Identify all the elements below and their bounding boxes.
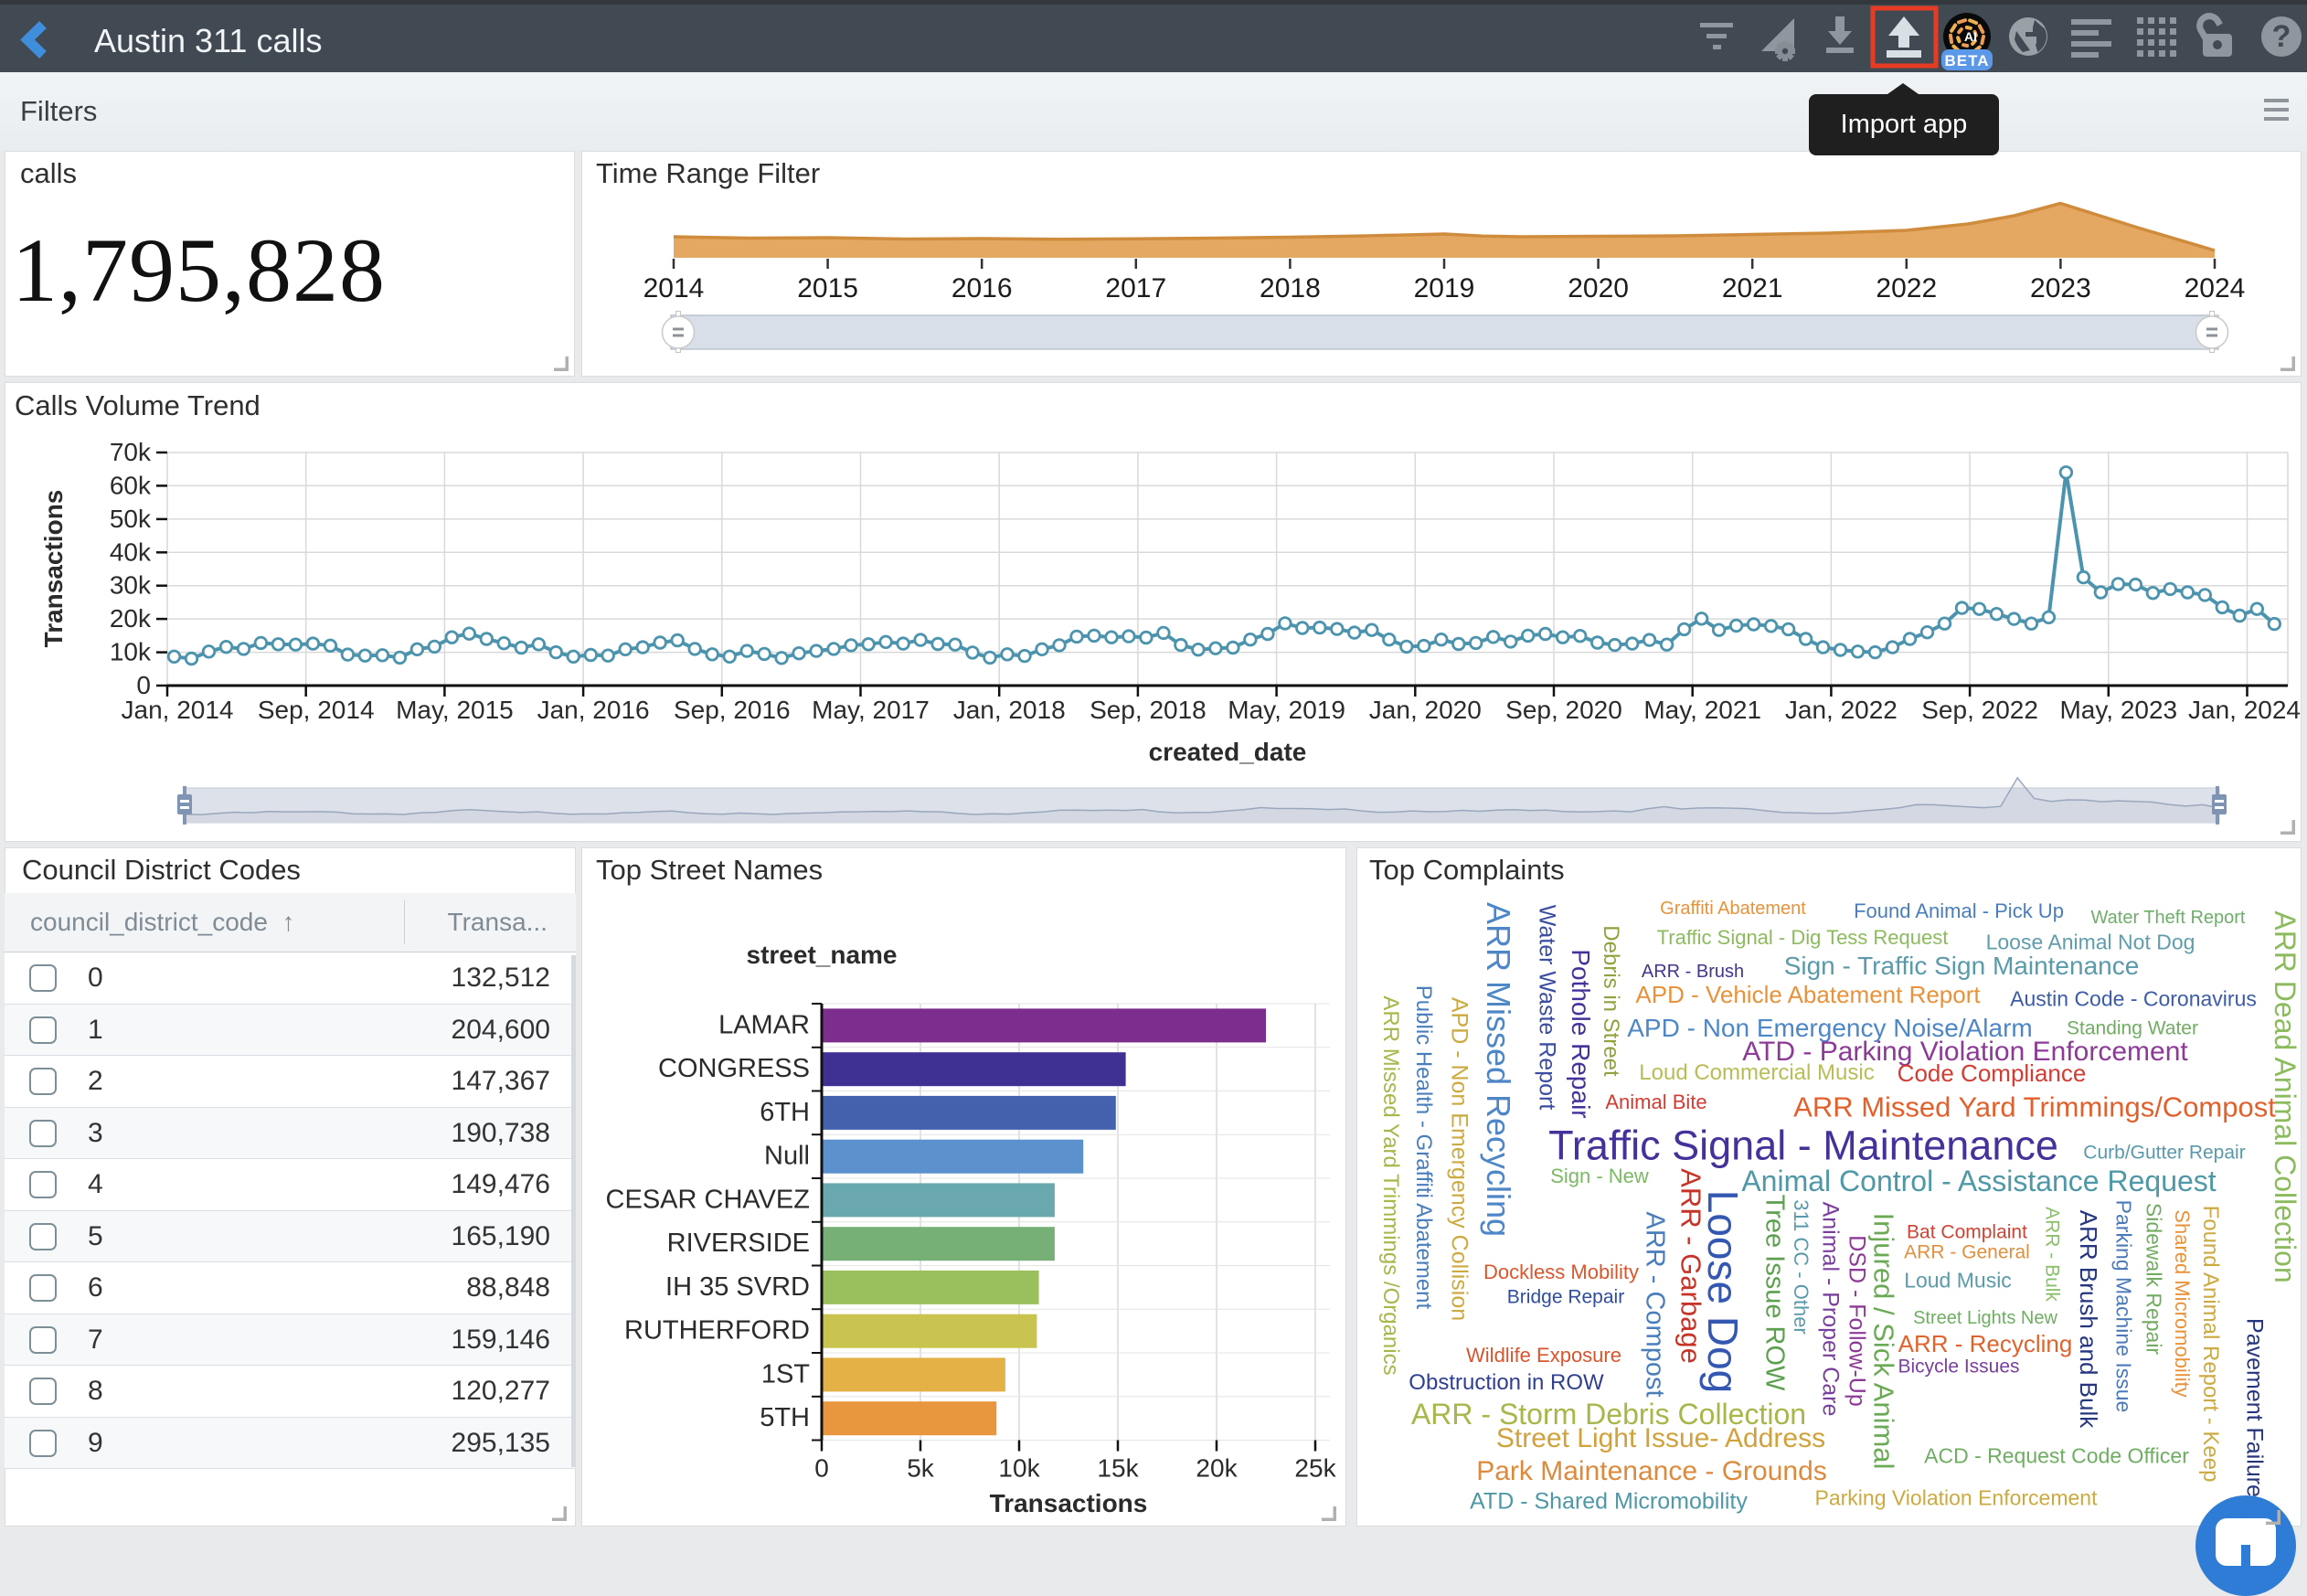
svg-text:25k: 25k [1294,1454,1336,1483]
svg-text:AI: AI [1964,29,1977,44]
svg-text:Jan, 2018: Jan, 2018 [953,696,1066,724]
svg-text:May, 2023: May, 2023 [2059,696,2177,724]
svg-text:Transactions: Transactions [990,1489,1148,1517]
svg-text:May, 2021: May, 2021 [1643,696,1761,724]
svg-text:Sep, 2014: Sep, 2014 [258,696,375,724]
svg-text:2024: 2024 [2185,273,2246,303]
svg-text:IH 35 SVRD: IH 35 SVRD [665,1272,810,1302]
svg-text:created_date: created_date [1149,738,1307,766]
svg-text:15k: 15k [1097,1454,1139,1483]
svg-text:2019: 2019 [1414,273,1475,303]
svg-text:Sep, 2020: Sep, 2020 [1505,696,1622,724]
svg-text:Sep, 2022: Sep, 2022 [1921,696,2038,724]
svg-text:20k: 20k [110,604,152,633]
svg-text:Jan, 2024: Jan, 2024 [2188,696,2301,724]
svg-text:30k: 30k [110,571,152,600]
svg-text:street_name: street_name [747,941,898,969]
svg-text:50k: 50k [110,505,152,533]
svg-text:May, 2015: May, 2015 [396,696,514,724]
svg-text:RUTHERFORD: RUTHERFORD [624,1316,810,1346]
svg-text:5k: 5k [907,1454,935,1483]
svg-text:2016: 2016 [952,273,1013,303]
svg-text:Null: Null [764,1142,810,1171]
svg-text:Jan, 2014: Jan, 2014 [122,696,234,724]
svg-text:2017: 2017 [1105,273,1166,303]
svg-text:May, 2017: May, 2017 [812,696,930,724]
svg-text:2014: 2014 [643,273,705,303]
svg-text:10k: 10k [998,1454,1040,1483]
svg-text:2018: 2018 [1260,273,1321,303]
svg-text:RIVERSIDE: RIVERSIDE [667,1229,810,1258]
svg-text:May, 2019: May, 2019 [1228,696,1345,724]
svg-text:BETA: BETA [1944,52,1989,69]
svg-text:5TH: 5TH [760,1403,810,1432]
svg-text:1ST: 1ST [761,1359,810,1389]
svg-text:CONGRESS: CONGRESS [658,1054,810,1083]
svg-text:Sep, 2018: Sep, 2018 [1090,696,1207,724]
svg-text:6TH: 6TH [760,1098,810,1127]
svg-text:Jan, 2022: Jan, 2022 [1785,696,1898,724]
svg-text:20k: 20k [1196,1454,1238,1483]
svg-text:2020: 2020 [1568,273,1629,303]
svg-text:Jan, 2016: Jan, 2016 [537,696,650,724]
svg-text:2022: 2022 [1876,273,1937,303]
svg-text:0: 0 [814,1454,829,1483]
svg-text:CESAR CHAVEZ: CESAR CHAVEZ [606,1185,810,1214]
svg-text:?: ? [2272,19,2291,54]
svg-text:LAMAR: LAMAR [718,1010,810,1039]
svg-text:10k: 10k [110,638,152,666]
svg-text:2023: 2023 [2030,273,2091,303]
svg-text:Transactions: Transactions [39,490,68,648]
svg-text:70k: 70k [110,438,152,466]
svg-text:2021: 2021 [1722,273,1783,303]
svg-text:Jan, 2020: Jan, 2020 [1369,696,1482,724]
svg-text:2015: 2015 [797,273,858,303]
svg-text:Sep, 2016: Sep, 2016 [674,696,791,724]
svg-text:40k: 40k [110,537,152,566]
svg-text:60k: 60k [110,471,152,499]
